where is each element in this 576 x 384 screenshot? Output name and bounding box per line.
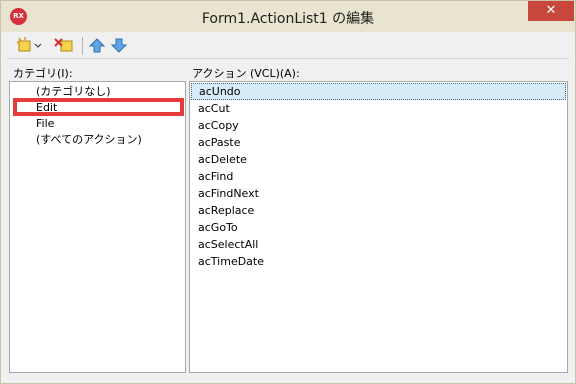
delete-action-icon	[54, 38, 73, 52]
move-down-button[interactable]	[110, 36, 128, 55]
categories-label: カテゴリ(I):	[13, 67, 73, 80]
action-item[interactable]: acTimeDate	[191, 253, 566, 270]
actions-list[interactable]: acUndo acCut acCopy acPaste acDelete acF…	[189, 81, 568, 373]
toolbar	[7, 34, 569, 58]
categories-list[interactable]: (カテゴリなし) Edit File (すべてのアクション)	[9, 81, 186, 373]
new-action-button[interactable]	[13, 36, 45, 55]
action-item[interactable]: acCopy	[191, 117, 566, 134]
close-button[interactable]: ✕	[528, 1, 574, 21]
category-item-all[interactable]: (すべてのアクション)	[36, 132, 142, 148]
window-title: Form1.ActionList1 の編集	[201, 11, 375, 27]
title-bar[interactable]: RX Form1.ActionList1 の編集 ✕	[1, 1, 575, 32]
arrow-down-icon	[110, 38, 128, 53]
action-item[interactable]: acPaste	[191, 134, 566, 151]
actions-label: アクション (VCL)(A):	[192, 67, 300, 80]
action-item[interactable]: acFindNext	[191, 185, 566, 202]
action-item[interactable]: acUndo	[191, 83, 566, 100]
new-action-icon	[16, 37, 42, 52]
toolbar-separator	[82, 37, 83, 55]
selected-category-highlight	[13, 98, 184, 116]
arrow-up-icon	[88, 38, 106, 53]
action-item[interactable]: acCut	[191, 100, 566, 117]
delete-action-button[interactable]	[51, 36, 77, 55]
category-item-file[interactable]: File	[36, 116, 54, 132]
action-item[interactable]: acSelectAll	[191, 236, 566, 253]
action-item[interactable]: acGoTo	[191, 219, 566, 236]
toolbar-divider	[7, 58, 569, 59]
action-item[interactable]: acFind	[191, 168, 566, 185]
action-list-editor-window: RX Form1.ActionList1 の編集 ✕ カテゴリ(I): アクショ…	[0, 0, 576, 384]
action-item[interactable]: acReplace	[191, 202, 566, 219]
action-item[interactable]: acDelete	[191, 151, 566, 168]
move-up-button[interactable]	[88, 36, 106, 55]
